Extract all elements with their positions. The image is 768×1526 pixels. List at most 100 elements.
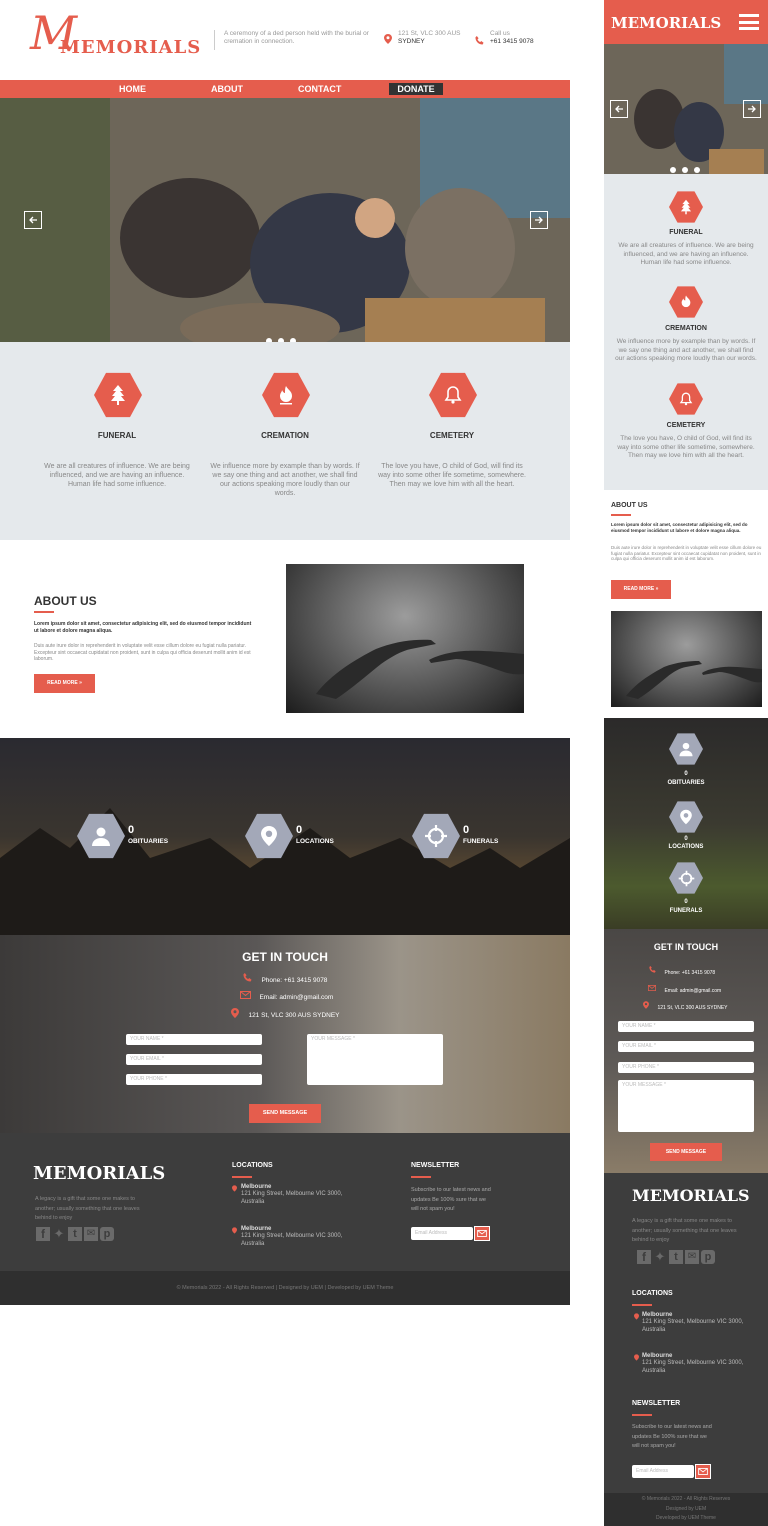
mobile-hero-prev-button[interactable] — [610, 100, 628, 118]
nav-home[interactable]: HOME — [119, 84, 146, 94]
header-address-line1: 121 St, VLC 300 AUS — [398, 30, 461, 37]
nav-about[interactable]: ABOUT — [211, 84, 243, 94]
hamburger-menu-icon[interactable] — [739, 14, 759, 30]
heading-underline — [34, 611, 54, 613]
desktop-header: M MEMORIALS A ceremony of a ded person h… — [0, 0, 570, 80]
footer-logo: MEMORIALS — [632, 1186, 750, 1205]
stat-funerals: 0 FUNERALS — [412, 812, 542, 860]
newsletter-submit-button[interactable] — [474, 1226, 490, 1241]
header-address-line2: SYDNEY — [398, 38, 425, 45]
newsletter-submit-button[interactable] — [695, 1464, 711, 1479]
stat-label: FUNERALS — [669, 908, 703, 914]
flame-icon — [669, 286, 703, 318]
hero-prev-button[interactable] — [24, 211, 42, 229]
copyright-line1: © Memorials 2022 - All Rights Reserves — [641, 1496, 731, 1502]
phone-input[interactable]: YOUR PHONE * — [126, 1074, 262, 1085]
phone-icon — [475, 32, 484, 45]
name-input[interactable]: YOUR NAME * — [126, 1034, 262, 1045]
header-phone: Call us +61 3415 9078 — [490, 30, 534, 46]
tree-icon — [94, 372, 142, 418]
copyright-line2: Designed by UEM — [665, 1506, 707, 1512]
name-input[interactable]: YOUR NAME * — [618, 1021, 754, 1032]
header-address: 121 St, VLC 300 AUS SYDNEY — [398, 30, 461, 46]
contact-phone: Phone: +61 3415 9078 — [664, 970, 716, 976]
contact-phone-row: Phone: +61 3415 9078 — [649, 961, 715, 979]
hero-next-button[interactable] — [530, 211, 548, 229]
contact-email: Email: admin@gmail.com — [664, 988, 722, 994]
tumblr-icon[interactable]: t — [68, 1227, 82, 1241]
stat-value: 0 — [296, 824, 303, 836]
hero-slider[interactable] — [0, 98, 570, 342]
service-text: We are all creatures of influence. We ar… — [618, 242, 754, 266]
tree-icon — [669, 191, 703, 223]
heading-underline — [632, 1304, 652, 1306]
message-textarea[interactable]: YOUR MESSAGE * — [307, 1034, 443, 1085]
location-address: 121 King Street, Melbourne VIC 3000, Aus… — [642, 1319, 744, 1333]
email-icon[interactable]: ✉ — [84, 1227, 98, 1241]
service-text: The love you have, O child of God, will … — [378, 463, 526, 488]
slide-dot[interactable] — [670, 167, 676, 173]
copyright-bar: © Memorials 2022 - All Rights Reserved |… — [0, 1271, 570, 1305]
location-icon — [669, 801, 703, 833]
service-title: CREMATION — [665, 325, 707, 332]
twitter-icon[interactable]: ✦ — [653, 1250, 667, 1264]
stat-locations: 0 LOCATIONS — [245, 812, 375, 860]
footer-location-2: Melbourne 121 King Street, Melbourne VIC… — [634, 1353, 754, 1375]
bell-icon — [669, 383, 703, 415]
tumblr-icon[interactable]: t — [669, 1250, 683, 1264]
email-input[interactable]: YOUR EMAIL * — [126, 1054, 262, 1065]
send-message-button[interactable]: SEND MESSAGE — [249, 1104, 321, 1123]
pinterest-icon[interactable]: p — [100, 1227, 114, 1241]
envelope-icon — [477, 1230, 487, 1237]
nav-contact[interactable]: CONTACT — [298, 84, 341, 94]
slide-dot[interactable] — [682, 167, 688, 173]
footer-newsletter-title: NEWSLETTER — [411, 1162, 460, 1169]
phone-input[interactable]: YOUR PHONE * — [618, 1062, 754, 1073]
email-input[interactable]: YOUR EMAIL * — [618, 1041, 754, 1052]
contact-heading: GET IN TOUCH — [242, 950, 328, 964]
facebook-icon[interactable]: f — [637, 1250, 651, 1264]
contact-heading: GET IN TOUCH — [653, 942, 719, 952]
flame-icon — [262, 372, 310, 418]
mobile-hero-slider[interactable] — [604, 44, 768, 174]
message-textarea[interactable]: YOUR MESSAGE * — [618, 1080, 754, 1132]
arrow-left-icon — [615, 105, 623, 113]
mobile-logo[interactable]: MEMORIALS — [611, 14, 721, 32]
location-address: 121 King Street, Melbourne VIC 3000, Aus… — [241, 1233, 343, 1247]
about-lead: Lorem ipsum dolor sit amet, consectetur … — [34, 621, 252, 634]
site-logo[interactable]: M MEMORIALS — [30, 6, 205, 62]
social-icons: f ✦ t ✉ p — [36, 1227, 114, 1241]
newsletter-email-input[interactable]: Email Address — [632, 1465, 694, 1478]
header-phone-number[interactable]: +61 3415 9078 — [490, 38, 534, 46]
mail-icon — [648, 984, 656, 991]
stat-value: 0 — [684, 771, 688, 777]
service-title: CEMETERY — [429, 431, 475, 440]
slide-dot[interactable] — [694, 167, 700, 173]
email-icon[interactable]: ✉ — [685, 1250, 699, 1264]
heading-underline — [411, 1176, 431, 1178]
footer-locations-title: LOCATIONS — [232, 1162, 273, 1169]
pinterest-icon[interactable]: p — [701, 1250, 715, 1264]
location-address: 121 King Street, Melbourne VIC 3000, Aus… — [642, 1360, 744, 1374]
footer-location-1: Melbourne 121 King Street, Melbourne VIC… — [232, 1184, 352, 1206]
contact-address-row: 121 St, VLC 300 AUS SYDNEY — [231, 1004, 340, 1022]
read-more-button[interactable]: READ MORE » — [611, 580, 671, 599]
mobile-hero-next-button[interactable] — [743, 100, 761, 118]
footer-logo: MEMORIALS — [33, 1163, 166, 1184]
nav-donate[interactable]: DONATE — [389, 83, 443, 95]
send-message-button[interactable]: SEND MESSAGE — [650, 1143, 722, 1161]
contact-section: GET IN TOUCH Phone: +61 3415 9078 Email:… — [0, 935, 570, 1133]
hero-photo — [0, 98, 570, 342]
mail-icon — [240, 990, 251, 999]
crosshair-icon — [412, 813, 460, 859]
service-text: We are all creatures of influence. We ar… — [44, 463, 190, 488]
about-heading: ABOUT US — [611, 502, 648, 509]
footer-blurb: A legacy is a gift that some one makes t… — [35, 1196, 140, 1221]
newsletter-email-input[interactable]: Email Address — [411, 1227, 473, 1240]
twitter-icon[interactable]: ✦ — [52, 1227, 66, 1241]
facebook-icon[interactable]: f — [36, 1227, 50, 1241]
location-pin-icon — [384, 31, 392, 44]
contact-phone-row: Phone: +61 3415 9078 — [243, 969, 327, 987]
contact-address: 121 St, VLC 300 AUS SYDNEY — [248, 1012, 340, 1019]
read-more-button[interactable]: READ MORE » — [34, 674, 95, 693]
